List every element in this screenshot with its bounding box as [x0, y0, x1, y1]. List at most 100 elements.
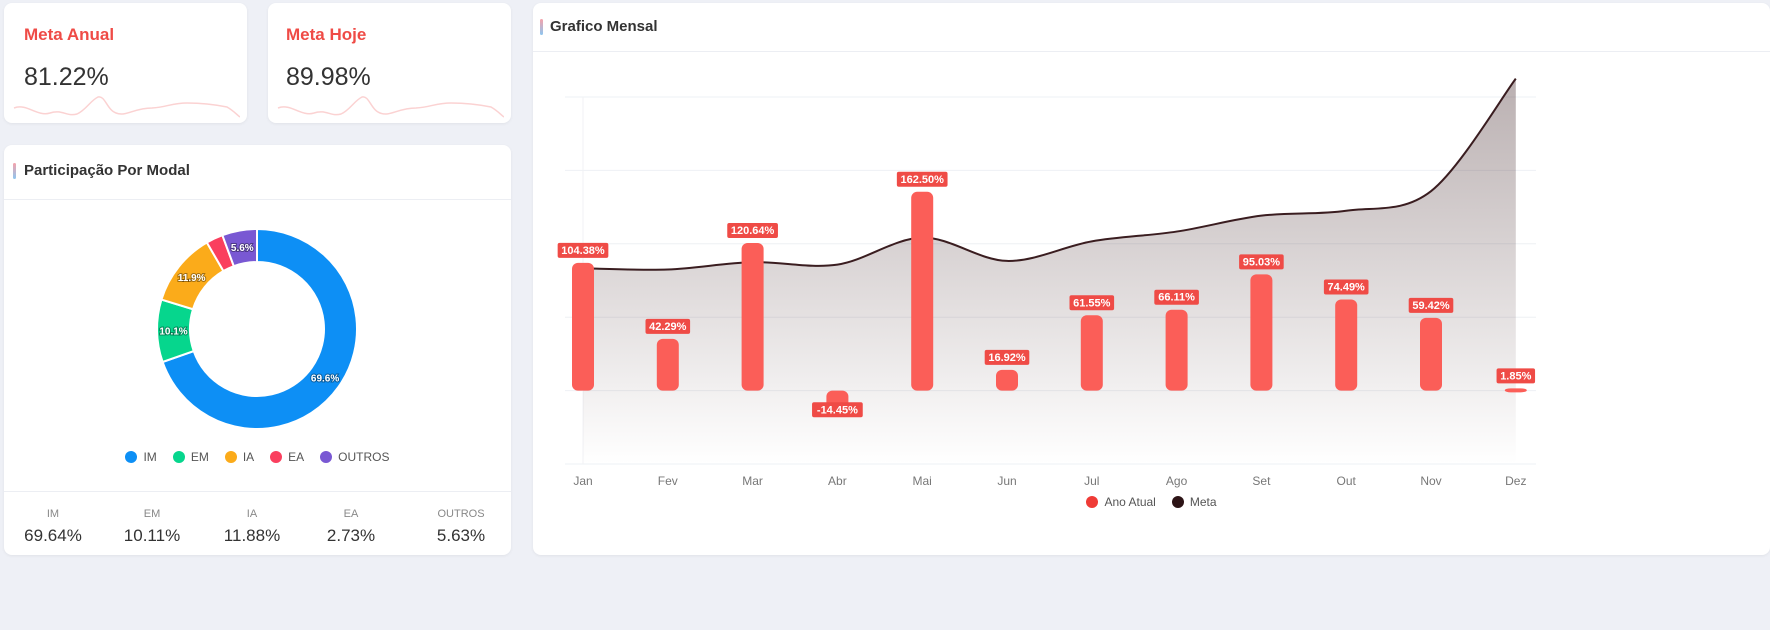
x-tick-label: Abr: [828, 474, 847, 488]
participation-card-header: Participação Por Modal: [4, 145, 511, 200]
bar-mai: [911, 191, 934, 391]
stat-ia: IA 11.88%: [197, 508, 307, 546]
bar-mar: [741, 243, 764, 391]
bar-data-label: 59.42%: [1408, 297, 1454, 313]
x-tick-label: Nov: [1420, 474, 1441, 488]
stat-value: 2.73%: [326, 526, 376, 545]
legend-item-im[interactable]: IM: [125, 450, 157, 464]
header-accent: [13, 163, 16, 179]
bar-data-label: 104.38%: [557, 242, 609, 258]
legend-label: EM: [190, 450, 209, 464]
stat-outros: OUTROS 5.63%: [406, 508, 511, 546]
bar-data-label: 66.11%: [1154, 289, 1199, 305]
x-tick-label: Jan: [573, 474, 592, 488]
data-label-text: 74.49%: [1328, 281, 1366, 293]
kpi-today-value: 89.98%: [286, 63, 371, 91]
donut-data-label: 11.9%: [178, 273, 206, 284]
kpi-annual-sparkline: [13, 96, 240, 118]
bar-data-label: 42.29%: [645, 318, 691, 334]
donut-legend: IM EM IA EA OUTROS: [4, 450, 511, 464]
bar-data-label: 95.03%: [1239, 254, 1284, 270]
monthly-title: Grafico Mensal: [550, 18, 658, 35]
legend-label: EA: [288, 450, 305, 464]
data-label-text: -14.45%: [817, 404, 858, 416]
monthly-legend: Ano Atual Meta: [533, 495, 1770, 509]
stat-ea: EA 2.73%: [296, 508, 406, 546]
legend-dot: [224, 451, 237, 463]
x-tick-label: Set: [1252, 474, 1271, 488]
legend-dot: [1171, 496, 1184, 508]
data-label-text: 61.55%: [1073, 297, 1111, 309]
x-tick-label: Jun: [997, 474, 1016, 488]
bar-data-label: 162.50%: [896, 171, 948, 187]
legend-label: Meta: [1189, 495, 1217, 509]
kpi-card-today: Meta Hoje 89.98%: [268, 3, 511, 123]
data-label-text: 42.29%: [649, 321, 687, 333]
x-tick-label: Mar: [742, 474, 763, 488]
legend-label: Ano Atual: [1104, 495, 1156, 509]
participation-title: Participação Por Modal: [24, 162, 190, 179]
x-tick-label: Mai: [913, 474, 932, 488]
bar-nov: [1420, 317, 1442, 391]
monthly-card-header: Grafico Mensal: [533, 3, 1770, 52]
bar-out: [1335, 299, 1358, 391]
x-tick-label: Ago: [1166, 474, 1188, 488]
stat-label: EM: [143, 508, 161, 520]
legend-item-meta[interactable]: Meta: [1171, 495, 1217, 509]
legend-label: IM: [143, 450, 157, 464]
stat-label: IM: [46, 508, 60, 520]
donut-data-label: 5.6%: [231, 243, 254, 254]
stat-em: EM 10.11%: [97, 508, 207, 546]
data-label-text: 16.92%: [988, 352, 1026, 364]
meta-area: [583, 78, 1516, 465]
bar-data-label: 120.64%: [727, 223, 778, 239]
bar-fev: [656, 338, 679, 391]
participation-card: Participação Por Modal 69.6% 10.1% 11.9% 5.…: [4, 145, 511, 555]
legend-item-ano-atual[interactable]: Ano Atual: [1086, 495, 1156, 509]
x-tick-label: Dez: [1505, 474, 1526, 488]
bar-data-label: 16.92%: [984, 349, 1030, 365]
kpi-annual-value: 81.22%: [24, 63, 109, 91]
data-label-text: 162.50%: [900, 174, 944, 186]
monthly-chart-card: Grafico Mensal 104.38% 42.29% 120.64% -14.4…: [533, 3, 1770, 555]
data-label-text: 120.64%: [731, 225, 775, 237]
legend-item-ea[interactable]: EA: [270, 450, 304, 464]
participation-stats: IM 69.64% EM 10.11% IA 11.88% EA 2.73% O…: [4, 491, 511, 555]
donut-data-label: 69.6%: [311, 373, 339, 384]
stat-im: IM 69.64%: [4, 508, 108, 546]
stat-label: IA: [246, 508, 258, 520]
stat-label: EA: [343, 508, 359, 520]
stat-label: OUTROS: [437, 508, 485, 520]
legend-dot: [1086, 496, 1099, 508]
legend-item-em[interactable]: EM: [172, 450, 209, 464]
bar-ago: [1165, 309, 1188, 391]
stat-value: 69.64%: [24, 526, 82, 545]
kpi-today-sparkline: [277, 96, 504, 118]
donut-data-label: 10.1%: [159, 327, 187, 338]
stat-value: 10.11%: [123, 526, 181, 545]
bar-jul: [1080, 315, 1103, 391]
bar-data-label: 61.55%: [1069, 295, 1115, 311]
bar-data-label: 1.85%: [1496, 368, 1536, 384]
x-tick-label: Out: [1337, 474, 1357, 488]
stat-value: 5.63%: [436, 526, 486, 545]
data-label-text: 95.03%: [1243, 256, 1281, 268]
legend-dot: [125, 451, 138, 463]
legend-label: OUTROS: [338, 450, 390, 464]
header-accent: [540, 19, 543, 35]
legend-item-outros[interactable]: OUTROS: [320, 450, 390, 464]
stat-value: 11.88%: [223, 526, 281, 545]
bar-data-label: -14.45%: [812, 402, 863, 418]
data-label-text: 1.85%: [1500, 370, 1531, 382]
data-label-text: 104.38%: [561, 245, 605, 257]
kpi-annual-title: Meta Anual: [24, 25, 115, 44]
kpi-card-annual: Meta Anual 81.22%: [4, 3, 247, 123]
bar-jan: [572, 262, 594, 391]
legend-item-ia[interactable]: IA: [224, 450, 254, 464]
legend-dot: [320, 451, 333, 463]
kpi-today-title: Meta Hoje: [286, 25, 367, 44]
legend-dot: [172, 451, 185, 463]
data-label-text: 59.42%: [1412, 300, 1450, 312]
bar-set: [1250, 274, 1273, 391]
x-tick-label: Jul: [1084, 474, 1099, 488]
